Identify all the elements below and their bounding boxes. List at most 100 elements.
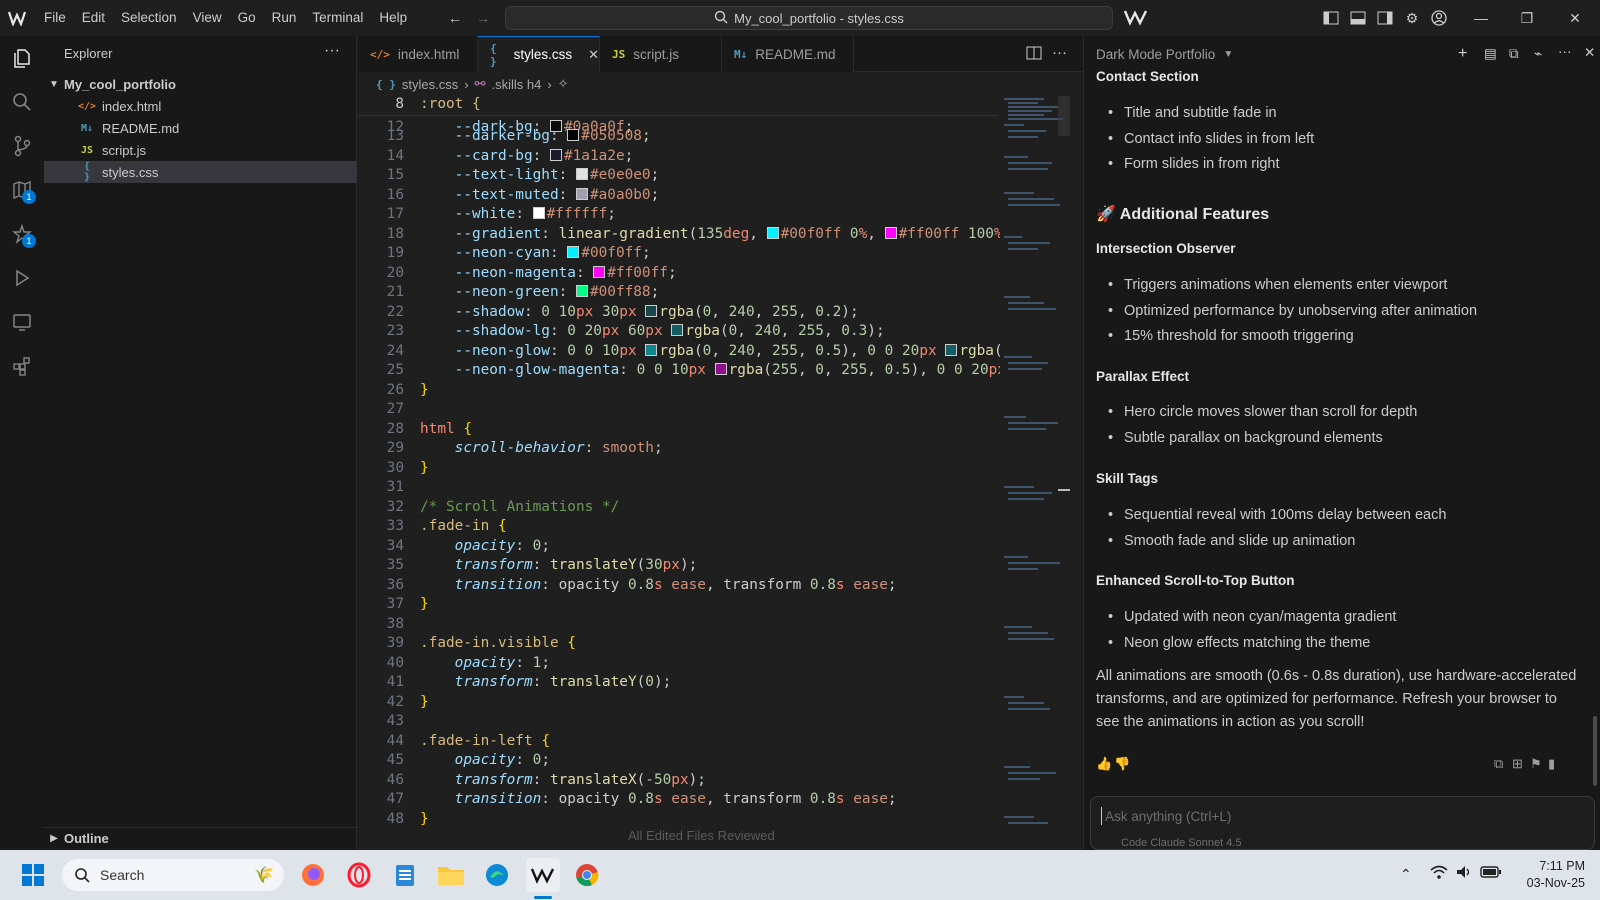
chat-title[interactable]: Dark Mode Portfolio [1096,47,1215,62]
code-line: 18 --gradient: linear-gradient(135deg, #… [386,225,1020,242]
breadcrumb-file[interactable]: styles.css [402,77,458,92]
code-editor[interactable]: 12 --dark-bg: #0a0a0f; 13 --darker-bg: #… [358,96,1083,850]
copy-icon[interactable]: ⧉ [1494,756,1503,772]
chevron-up-icon[interactable]: ⌃ [1400,866,1412,883]
list-item: Title and subtitle fade in [1108,105,1277,121]
tab-index-html[interactable]: </> index.html [358,36,478,72]
run-debug-icon[interactable] [0,256,44,300]
insert-icon[interactable]: ⊞ [1512,756,1523,772]
file-item-readme-md[interactable]: M↓ README.md [44,117,357,139]
source-control-icon[interactable] [0,124,44,168]
code-line: 40 opacity: 1; [386,654,550,671]
extensions-icon[interactable] [0,344,44,388]
explorer-icon[interactable] [0,36,44,80]
notification-badge: 1 [22,190,36,204]
wifi-icon[interactable] [1430,864,1448,884]
notepad-icon[interactable] [388,858,422,892]
code-line: 37} [386,596,429,612]
more-actions-icon[interactable]: ··· [1558,44,1572,59]
list-item: Optimized performance by unobserving aft… [1108,303,1477,319]
minimap[interactable] [1000,96,1070,850]
file-item-styles-css[interactable]: { } styles.css [44,161,357,183]
menu-help[interactable]: Help [371,0,415,36]
toggle-primary-sidebar-icon[interactable] [1318,5,1344,31]
title-bar: File Edit Selection View Go Run Terminal… [0,0,1600,36]
chevron-down-icon[interactable]: ▼ [1223,49,1233,60]
menu-terminal[interactable]: Terminal [304,0,371,36]
tab-readme-md[interactable]: M↓ README.md [722,36,854,72]
menu-run[interactable]: Run [264,0,305,36]
app-logo-icon [0,0,36,36]
extensions-star-icon[interactable]: 1 [0,212,44,256]
close-tab-icon[interactable]: ✕ [588,47,599,63]
chat-input-box[interactable]: Ask anything (Ctrl+L) Code Claude Sonnet… [1090,796,1595,850]
windsurf-logo-icon[interactable] [1123,8,1148,29]
clock[interactable]: 7:11 PM 03-Nov-25 [1505,858,1585,892]
search-icon[interactable] [0,80,44,124]
history-icon[interactable]: ▤ [1484,46,1497,62]
file-item-index-html[interactable]: </> index.html [44,95,357,117]
windsurf-taskbar-icon[interactable] [526,858,560,892]
close-panel-icon[interactable]: ✕ [1584,45,1595,61]
windows-start-icon[interactable] [16,858,50,892]
battery-icon[interactable] [1480,865,1502,882]
code-line: 39 .fade-in.visible { [386,635,576,651]
parallax-heading: Parallax Effect [1096,369,1190,384]
bookmark-icon[interactable]: ⚑ [1530,756,1542,772]
volume-icon[interactable] [1455,864,1473,883]
split-editor-icon[interactable] [1026,46,1042,63]
list-item: Triggers animations when elements enter … [1108,277,1447,293]
code-line: 35 transform: translateY(30px); [386,557,698,573]
account-icon[interactable] [1426,5,1452,31]
outline-section[interactable]: ▶ Outline [44,827,357,849]
firefox-icon[interactable] [296,858,330,892]
menu-go[interactable]: Go [230,0,264,36]
taskbar: Search 🌾 ⌃ 7:11 PM 03-Nov-25 [0,850,1600,900]
toggle-panel-icon[interactable] [1345,5,1371,31]
file-item-script-js[interactable]: JS script.js [44,139,357,161]
search-icon [75,868,90,883]
forward-arrow-icon[interactable]: → [470,5,496,31]
remote-explorer-icon[interactable] [0,300,44,344]
menu-view[interactable]: View [185,0,230,36]
menu-edit[interactable]: Edit [74,0,113,36]
more-actions-icon[interactable]: ··· [1052,44,1067,61]
breadcrumb-selector[interactable]: .skills h4 [491,77,541,92]
tab-script-js[interactable]: JS script.js [600,36,722,72]
plug-icon[interactable]: ⌁ [1534,46,1542,62]
edge-icon[interactable] [480,858,514,892]
gear-icon[interactable]: ⚙ [1399,5,1425,31]
sparkle-icon[interactable]: ✧ [558,76,569,92]
selector-icon: ⚯ [474,76,486,91]
opera-icon[interactable] [342,858,376,892]
tab-styles-css[interactable]: { } styles.css ✕ [478,36,600,72]
more-actions-icon[interactable]: ··· [324,42,340,60]
command-center-search[interactable]: My_cool_portfolio - styles.css [505,6,1113,30]
thumbs-down-icon[interactable]: 👎 [1114,756,1130,772]
taskbar-search[interactable]: Search 🌾 [62,859,284,891]
code-line: 28 html { [386,420,472,437]
menu-selection[interactable]: Selection [113,0,185,36]
minimize-icon[interactable]: — [1468,5,1494,31]
map-icon[interactable]: 1 [0,168,44,212]
model-selector[interactable]: Code Claude Sonnet 4.5 [1121,837,1241,849]
terminal-icon[interactable]: ⧉ [1509,46,1519,62]
file-explorer-icon[interactable] [434,858,468,892]
thumbs-up-icon[interactable]: 👍 [1096,756,1112,772]
back-arrow-icon[interactable]: ← [442,5,468,31]
menu-file[interactable]: File [36,0,74,36]
code-line: 24 --neon-glow: 0 0 10px rgba(0, 240, 25… [386,342,1020,359]
explorer-sidebar: Explorer ··· ▼ My_cool_portfolio </> ind… [44,36,357,850]
stats-icon[interactable]: ▮ [1548,756,1555,772]
search-icon [714,10,728,27]
toggle-secondary-sidebar-icon[interactable] [1372,5,1398,31]
code-line: 36 transition: opacity 0.8s ease, transf… [386,576,897,593]
chat-scrollbar[interactable] [1593,716,1597,786]
close-window-icon[interactable]: ✕ [1562,5,1588,31]
clock-date: 03-Nov-25 [1526,876,1585,890]
new-chat-icon[interactable]: + [1458,45,1467,63]
chrome-icon[interactable] [570,858,604,892]
folder-root[interactable]: ▼ My_cool_portfolio [44,73,357,95]
restore-icon[interactable]: ❐ [1514,5,1540,31]
chat-panel: Dark Mode Portfolio ▼ + ▤ ⧉ ⌁ ··· ✕ Cont… [1083,36,1600,850]
